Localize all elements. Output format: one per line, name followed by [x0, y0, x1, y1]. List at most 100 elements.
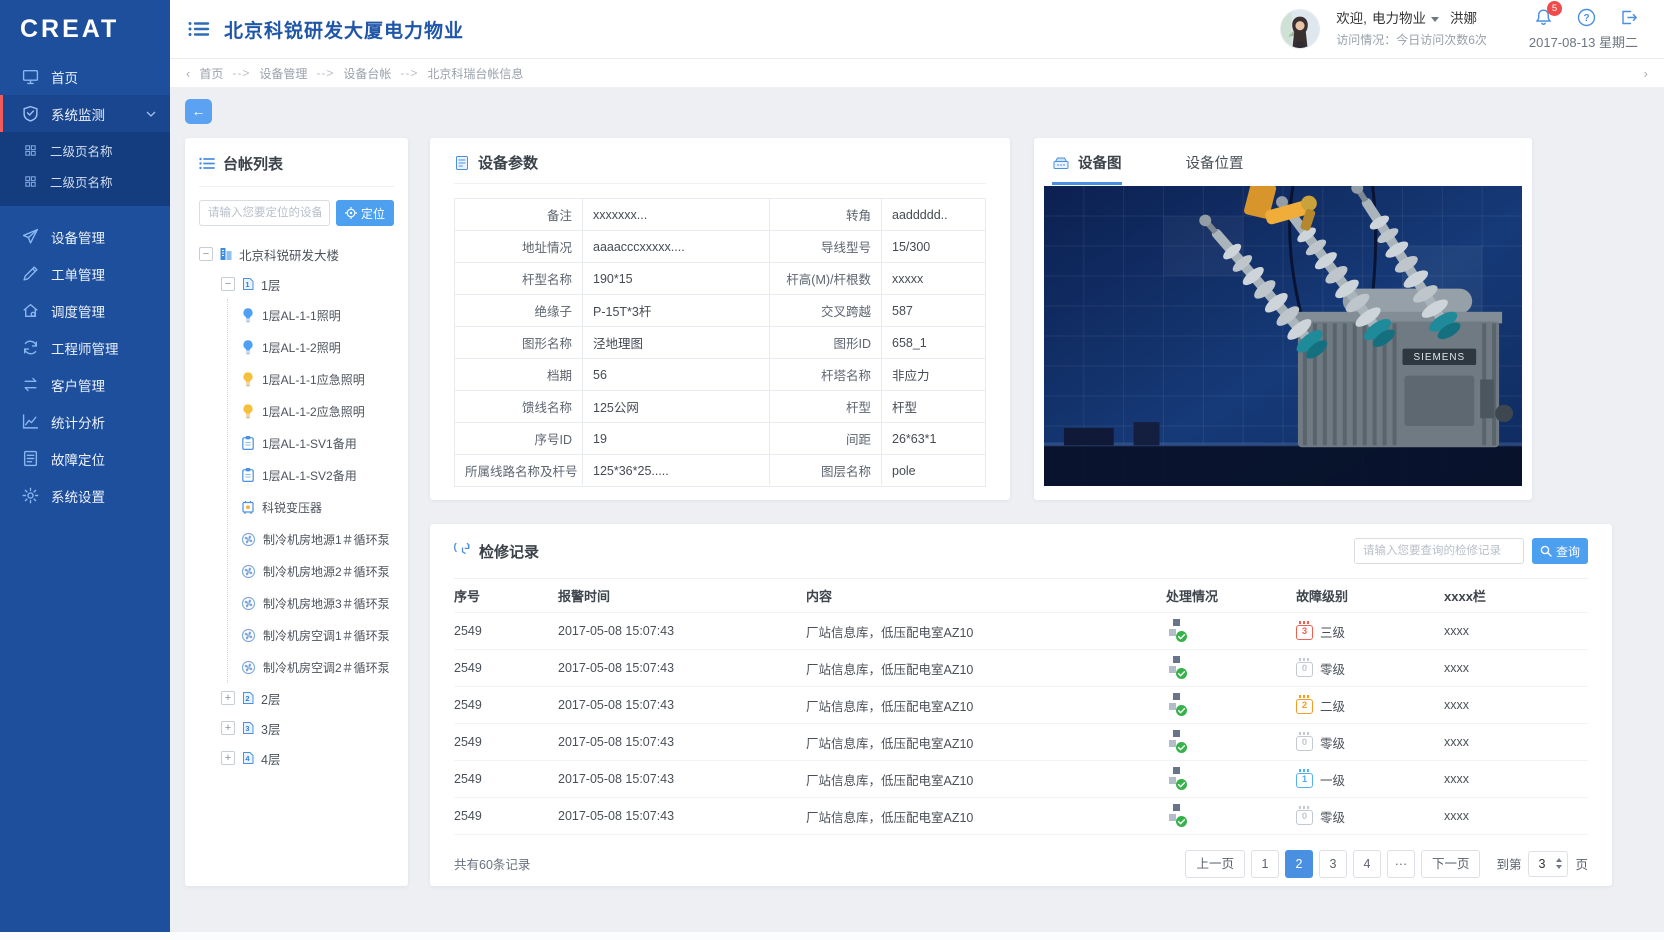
record-content: 厂站信息库，低压配电室AZ10 [806, 622, 1148, 641]
expand-icon[interactable]: + [221, 721, 235, 735]
arrow-down-icon[interactable] [1556, 865, 1562, 869]
notification-bell[interactable]: 5 [1534, 8, 1553, 27]
sidebar-item-system-monitor[interactable]: 系统监测 [0, 95, 170, 132]
page-button-1[interactable]: 1 [1251, 850, 1279, 878]
tree-leaf-label: 制冷机房空调1＃循环泵 [263, 627, 390, 644]
locate-device-input[interactable] [199, 200, 330, 226]
tree-node-floor3[interactable]: + 3 3层 [199, 713, 394, 743]
breadcrumb-item-device-mgmt[interactable]: 设备管理 [259, 65, 307, 82]
avatar[interactable] [1280, 9, 1320, 49]
help-icon[interactable]: ? [1577, 8, 1596, 27]
tree-leaf-pump[interactable]: 制冷机房地源1＃循环泵 [241, 523, 394, 555]
page-button-2-active[interactable]: 2 [1285, 850, 1313, 878]
tree-leaf-emergency-lighting[interactable]: 1层AL-1-1应急照明 [241, 363, 394, 395]
sidebar-item-fault-locate[interactable]: 故障定位 [0, 440, 170, 477]
fault-level-icon: 2 [1296, 699, 1313, 714]
tree-leaf-pump[interactable]: 制冷机房地源3＃循环泵 [241, 587, 394, 619]
sidebar-item-home[interactable]: 首页 [0, 58, 170, 95]
sidebar-item-label: 工单管理 [51, 264, 105, 284]
logout-icon[interactable] [1620, 9, 1638, 26]
param-label: 档期 [455, 359, 583, 391]
tree-leaf-standby[interactable]: 1层AL-1-SV1备用 [241, 427, 394, 459]
app-logo: CREAT [0, 0, 170, 58]
ledger-list-panel: 台帐列表 定位 − 北京科锐研发大楼 − 1 1层 1层AL-1-1照明 1层A… [185, 138, 408, 886]
sidebar-item-dispatch-mgmt[interactable]: 调度管理 [0, 292, 170, 329]
expand-icon[interactable]: + [221, 751, 235, 765]
pump-fan-icon [241, 564, 256, 579]
sidebar-subitem-2[interactable]: 二级页名称 [0, 166, 170, 197]
table-row[interactable]: 2549 2017-05-08 15:07:43 厂站信息库，低压配电室AZ10… [454, 724, 1588, 761]
table-row[interactable]: 2549 2017-05-08 15:07:43 厂站信息库，低压配电室AZ10… [454, 761, 1588, 798]
process-status-icon [1166, 619, 1188, 643]
tab-device-image[interactable]: 设备图 [1052, 152, 1122, 185]
locate-button[interactable]: 定位 [336, 200, 394, 226]
maintenance-records-panel: 检修记录 查询 序号 报警时间 内容 处理情况 故障级别 xxxx栏 2549 … [430, 524, 1612, 886]
sidebar-item-settings[interactable]: 系统设置 [0, 477, 170, 514]
next-page-button[interactable]: 下一页 [1421, 850, 1481, 878]
sidebar-item-device-mgmt[interactable]: 设备管理 [0, 218, 170, 255]
table-row[interactable]: 2549 2017-05-08 15:07:43 厂站信息库，低压配电室AZ10… [454, 613, 1588, 650]
tree-leaf-pump[interactable]: 制冷机房空调1＃循环泵 [241, 619, 394, 651]
tree-node-root[interactable]: − 北京科锐研发大楼 [199, 239, 394, 269]
stepper-arrows[interactable] [1554, 858, 1567, 869]
sidebar-item-engineer-mgmt[interactable]: 工程师管理 [0, 329, 170, 366]
breadcrumb-item-ledger[interactable]: 设备台帐 [343, 65, 391, 82]
svg-text:2: 2 [245, 694, 249, 703]
page-button-4[interactable]: 4 [1353, 850, 1381, 878]
notification-badge: 5 [1547, 1, 1562, 16]
caret-down-icon[interactable] [1431, 17, 1439, 22]
floor-icon: 3 [241, 721, 255, 735]
sidebar-item-statistics[interactable]: 统计分析 [0, 403, 170, 440]
param-label: 馈线名称 [455, 391, 583, 423]
tree-node-floor4[interactable]: + 4 4层 [199, 743, 394, 773]
prev-page-button[interactable]: 上一页 [1185, 850, 1245, 878]
param-label: 备注 [455, 199, 583, 231]
fault-level-label: 零级 [1320, 659, 1345, 678]
page-number-stepper[interactable]: 3 [1528, 851, 1568, 877]
tree-leaf-lighting[interactable]: 1层AL-1-1照明 [241, 299, 394, 331]
records-search-input[interactable] [1354, 538, 1524, 564]
company-name[interactable]: 电力物业 [1372, 10, 1426, 29]
table-row[interactable]: 2549 2017-05-08 15:07:43 厂站信息库，低压配电室AZ10… [454, 798, 1588, 835]
expand-icon[interactable]: + [221, 691, 235, 705]
record-time: 2017-05-08 15:07:43 [558, 809, 806, 823]
pump-fan-icon [241, 660, 256, 675]
tree-leaf-emergency-lighting[interactable]: 1层AL-1-2应急照明 [241, 395, 394, 427]
collapse-icon[interactable]: − [221, 277, 235, 291]
menu-list-icon[interactable] [188, 21, 210, 37]
tree-leaf-transformer[interactable]: 科锐变压器 [241, 491, 394, 523]
send-icon [22, 228, 39, 245]
breadcrumb-item-home[interactable]: 首页 [199, 65, 223, 82]
welcome-text: 欢迎, [1336, 10, 1367, 29]
table-row[interactable]: 2549 2017-05-08 15:07:43 厂站信息库，低压配电室AZ10… [454, 650, 1588, 687]
device-image-panel: 设备图 设备位置 [1034, 138, 1532, 500]
process-status-icon [1166, 767, 1188, 791]
collapse-icon[interactable]: − [199, 247, 213, 261]
tree-leaf-pump[interactable]: 制冷机房地源2＃循环泵 [241, 555, 394, 587]
brand-label: SIEMENS [1413, 352, 1465, 363]
fault-level-label: 二级 [1320, 696, 1345, 715]
svg-text:1: 1 [245, 280, 249, 289]
page-button-3[interactable]: 3 [1319, 850, 1347, 878]
tree-node-floor1[interactable]: − 1 1层 [199, 269, 394, 299]
search-button[interactable]: 查询 [1532, 538, 1588, 564]
tree-leaf-standby[interactable]: 1层AL-1-SV2备用 [241, 459, 394, 491]
sidebar-item-workorder-mgmt[interactable]: 工单管理 [0, 255, 170, 292]
param-label: 地址情况 [455, 231, 583, 263]
breadcrumb-forward-icon[interactable]: › [1644, 66, 1648, 81]
goto-suffix: 页 [1575, 854, 1588, 873]
page-ellipsis[interactable]: ··· [1387, 850, 1415, 878]
arrow-up-icon[interactable] [1556, 858, 1562, 862]
tree-leaf-lighting[interactable]: 1层AL-1-2照明 [241, 331, 394, 363]
param-value: 19 [583, 423, 770, 455]
tree-leaf-pump[interactable]: 制冷机房空调2＃循环泵 [241, 651, 394, 683]
bulb-icon [241, 339, 255, 355]
table-row[interactable]: 2549 2017-05-08 15:07:43 厂站信息库，低压配电室AZ10… [454, 687, 1588, 724]
tab-device-location[interactable]: 设备位置 [1186, 152, 1244, 182]
breadcrumb-back-icon[interactable]: ‹ [186, 66, 190, 81]
tree-node-floor2[interactable]: + 2 2层 [199, 683, 394, 713]
back-button[interactable]: ← [185, 99, 212, 124]
sidebar-subitem-1[interactable]: 二级页名称 [0, 135, 170, 166]
sidebar-item-customer-mgmt[interactable]: 客户管理 [0, 366, 170, 403]
table-row: 序号ID19间距26*63*1 [455, 423, 986, 455]
